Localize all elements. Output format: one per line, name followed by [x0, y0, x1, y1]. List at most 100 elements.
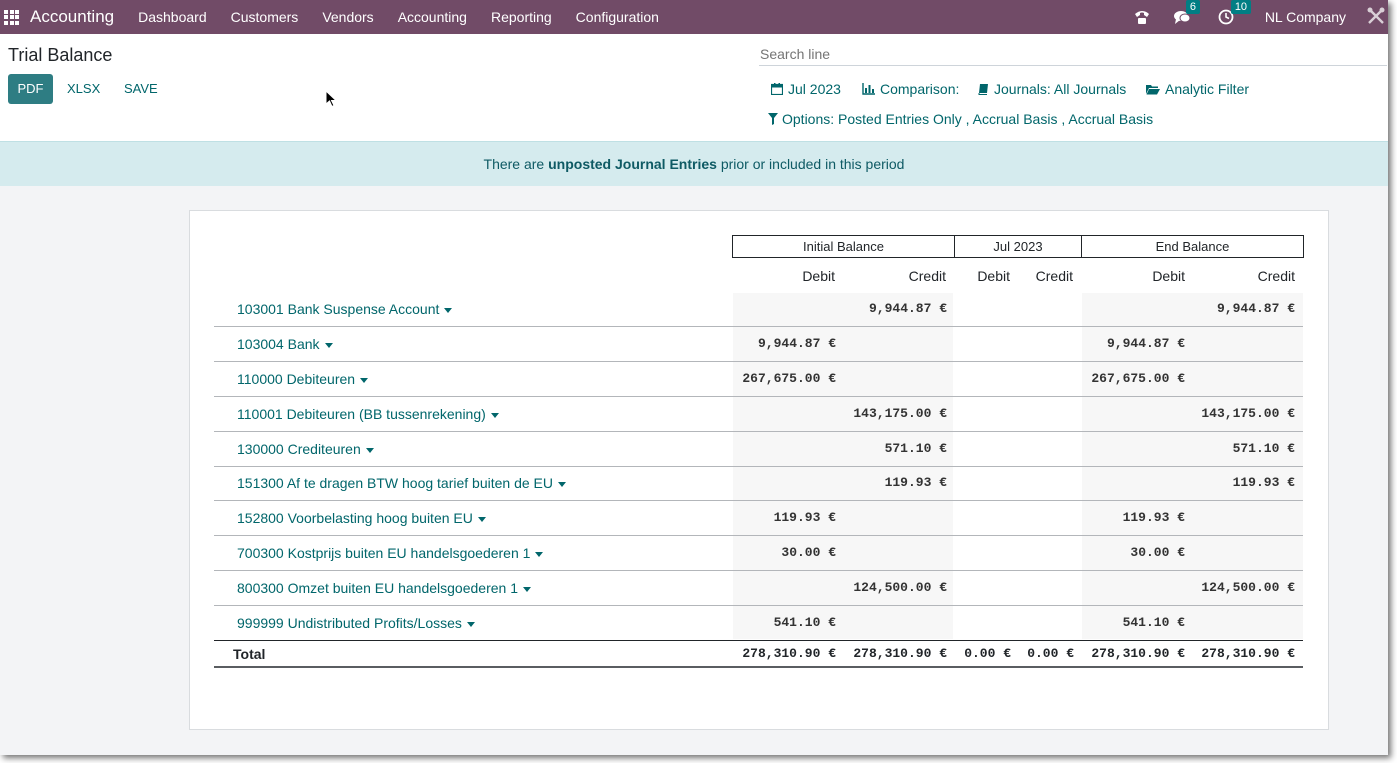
table-row: 130000 Crediteuren 571.10 € 571.10 €: [214, 432, 1303, 467]
total-period-credit: 0.00 €: [1027, 646, 1074, 661]
table-row: 103001 Bank Suspense Account 9,944.87 € 9,…: [214, 292, 1303, 327]
table-row: 700300 Kostprijs buiten EU handelsgoeder…: [214, 536, 1303, 571]
cell-end-credit: 9,944.87 €: [1216, 301, 1295, 316]
app-name[interactable]: Accounting: [30, 7, 114, 27]
page-title: Trial Balance: [8, 45, 113, 65]
cell-init-debit: 541.10 €: [773, 615, 836, 630]
account-label: 800300 Omzet buiten EU handelsgoederen 1: [237, 580, 518, 596]
messages-badge: 6: [1185, 0, 1200, 14]
caret-down-icon[interactable]: [360, 377, 369, 383]
account-label: 130000 Crediteuren: [237, 441, 361, 457]
account-label: 999999 Undistributed Profits/Losses: [237, 615, 462, 631]
caret-down-icon[interactable]: [365, 447, 374, 453]
account-name[interactable]: 999999 Undistributed Profits/Losses: [237, 606, 475, 640]
caret-down-icon[interactable]: [522, 586, 531, 592]
account-label: 700300 Kostprijs buiten EU handelsgoeder…: [237, 545, 531, 561]
header-period-credit: Credit: [1035, 268, 1073, 284]
total-initial-debit: 278,310.90 €: [742, 646, 836, 661]
cell-end-debit: 541.10 €: [1122, 615, 1185, 630]
cell-init-credit: 119.93 €: [884, 475, 947, 490]
options-filter[interactable]: Options: Posted Entries Only , Accrual B…: [768, 111, 1153, 127]
total-initial-credit: 278,310.90 €: [853, 646, 947, 661]
caret-down-icon[interactable]: [490, 412, 499, 418]
cell-init-credit: 143,175.00 €: [853, 406, 947, 421]
account-label: 152800 Voorbelasting hoog buiten EU: [237, 510, 473, 526]
total-period-debit: 0.00 €: [964, 646, 1011, 661]
comparison-filter[interactable]: Comparison:: [862, 81, 959, 97]
account-label: 103001 Bank Suspense Account: [237, 301, 440, 317]
account-name[interactable]: 800300 Omzet buiten EU handelsgoederen 1: [237, 571, 531, 605]
date-filter-label: Jul 2023: [788, 81, 841, 97]
total-row: Total 278,310.90 € 278,310.90 € 0.00 € 0…: [214, 640, 1303, 668]
caret-down-icon[interactable]: [324, 342, 333, 348]
date-filter[interactable]: Jul 2023: [771, 81, 841, 97]
journals-filter-label: Journals: All Journals: [994, 81, 1127, 97]
options-filter-label: Options: Posted Entries Only , Accrual B…: [782, 111, 1154, 127]
debug-tools-icon[interactable]: [1366, 6, 1386, 29]
top-navbar: Accounting Dashboard Customers Vendors A…: [0, 0, 1388, 34]
cell-init-debit: 9,944.87 €: [757, 336, 836, 351]
caret-down-icon[interactable]: [557, 481, 566, 487]
account-name[interactable]: 151300 Af te dragen BTW hoog tarief buit…: [237, 466, 566, 500]
navbar-systray: 6 10 NL Company: [1122, 0, 1388, 34]
mouse-pointer-icon: [325, 89, 338, 111]
account-name[interactable]: 152800 Voorbelasting hoog buiten EU: [237, 501, 486, 535]
search-input[interactable]: [759, 42, 1387, 66]
phone-icon[interactable]: [1133, 9, 1151, 25]
account-name[interactable]: 110001 Debiteuren (BB tussenrekening): [237, 397, 499, 431]
account-name[interactable]: 103004 Bank: [237, 327, 333, 361]
alert-suffix: prior or included in this period: [720, 156, 905, 172]
journals-filter[interactable]: Journals: All Journals: [978, 81, 1126, 97]
header-end-balance: End Balance: [1081, 235, 1304, 258]
save-button[interactable]: SAVE: [124, 74, 158, 104]
cell-end-debit: 9,944.87 €: [1106, 336, 1185, 351]
calendar-icon: [771, 83, 783, 95]
table-row: 151300 Af te dragen BTW hoog tarief buit…: [214, 466, 1303, 501]
account-name[interactable]: 110000 Debiteuren: [237, 362, 369, 396]
cell-init-credit: 571.10 €: [884, 441, 947, 456]
unposted-entries-link[interactable]: unposted Journal Entries: [548, 156, 717, 172]
xlsx-button[interactable]: XLSX: [67, 74, 100, 104]
menu-vendors[interactable]: Vendors: [310, 9, 385, 25]
cell-init-debit: 119.93 €: [773, 510, 836, 525]
cell-init-credit: 9,944.87 €: [868, 301, 947, 316]
book-icon: [978, 84, 988, 95]
caret-down-icon[interactable]: [535, 551, 544, 557]
cell-init-debit: 30.00 €: [781, 545, 836, 560]
pdf-button[interactable]: PDF: [8, 74, 53, 104]
funnel-icon: [768, 113, 778, 125]
caret-down-icon[interactable]: [444, 307, 453, 313]
folder-open-icon: [1146, 84, 1160, 94]
caret-down-icon[interactable]: [466, 621, 475, 627]
header-initial-credit: Credit: [908, 268, 946, 284]
total-label: Total: [233, 646, 266, 662]
menu-reporting[interactable]: Reporting: [479, 9, 564, 25]
menu-customers[interactable]: Customers: [219, 9, 311, 25]
account-name[interactable]: 130000 Crediteuren: [237, 432, 374, 466]
menu-configuration[interactable]: Configuration: [564, 9, 671, 25]
app-menu-icon[interactable]: [4, 9, 26, 25]
cell-end-debit: 119.93 €: [1122, 510, 1185, 525]
cell-init-credit: 124,500.00 €: [853, 580, 947, 595]
bar-chart-icon: [862, 83, 875, 95]
cell-end-credit: 119.93 €: [1232, 475, 1295, 490]
comparison-filter-label: Comparison:: [880, 81, 960, 97]
table-row: 800300 Omzet buiten EU handelsgoederen 1…: [214, 571, 1303, 606]
caret-down-icon[interactable]: [477, 516, 486, 522]
alert-prefix: There are: [483, 156, 545, 172]
account-name[interactable]: 700300 Kostprijs buiten EU handelsgoeder…: [237, 536, 544, 570]
company-switcher[interactable]: NL Company: [1265, 9, 1346, 25]
menu-accounting[interactable]: Accounting: [386, 9, 479, 25]
table-row: 152800 Voorbelasting hoog buiten EU 119.9…: [214, 501, 1303, 536]
table-row: 110000 Debiteuren 267,675.00 € 267,675.00 …: [214, 362, 1303, 397]
cell-end-debit: 267,675.00 €: [1091, 371, 1185, 386]
analytic-filter[interactable]: Analytic Filter: [1146, 81, 1249, 97]
menu-dashboard[interactable]: Dashboard: [126, 9, 219, 25]
header-period: Jul 2023: [954, 235, 1082, 258]
activities-clock-icon[interactable]: 10: [1218, 0, 1252, 25]
messages-icon[interactable]: 6: [1173, 0, 1200, 25]
cell-end-credit: 124,500.00 €: [1201, 580, 1295, 595]
table-row: 999999 Undistributed Profits/Losses 541.1…: [214, 606, 1303, 641]
account-name[interactable]: 103001 Bank Suspense Account: [237, 292, 453, 326]
table-row: 110001 Debiteuren (BB tussenrekening) 143…: [214, 397, 1303, 432]
